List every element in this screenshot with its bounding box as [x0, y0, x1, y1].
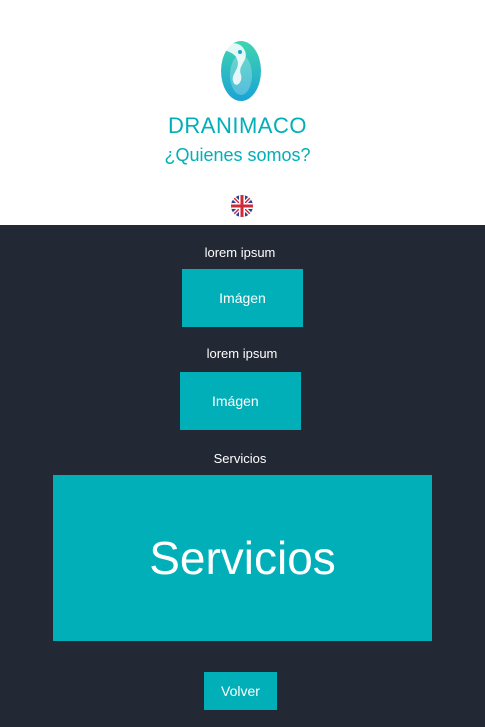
- image-placeholder-2: Imágen: [180, 372, 301, 430]
- section-title-1: lorem ipsum: [204, 245, 276, 260]
- brand-subtitle: ¿Quienes somos?: [164, 145, 311, 165]
- uk-flag-graphic: [231, 195, 253, 217]
- content-section: lorem ipsum Imágen lorem ipsum Imágen Se…: [0, 225, 485, 727]
- section-title-services: Servicios: [213, 451, 267, 466]
- header: DRANIMACO ¿Quienes somos?: [0, 0, 485, 225]
- dragon-logo-icon: [221, 41, 261, 101]
- services-banner: Servicios: [53, 475, 432, 641]
- brand-name: DRANIMACO: [168, 113, 307, 138]
- image-placeholder-1: Imágen: [182, 269, 303, 327]
- uk-flag-icon[interactable]: [231, 195, 253, 217]
- back-button[interactable]: Volver: [204, 672, 277, 710]
- section-title-2: lorem ipsum: [206, 346, 278, 361]
